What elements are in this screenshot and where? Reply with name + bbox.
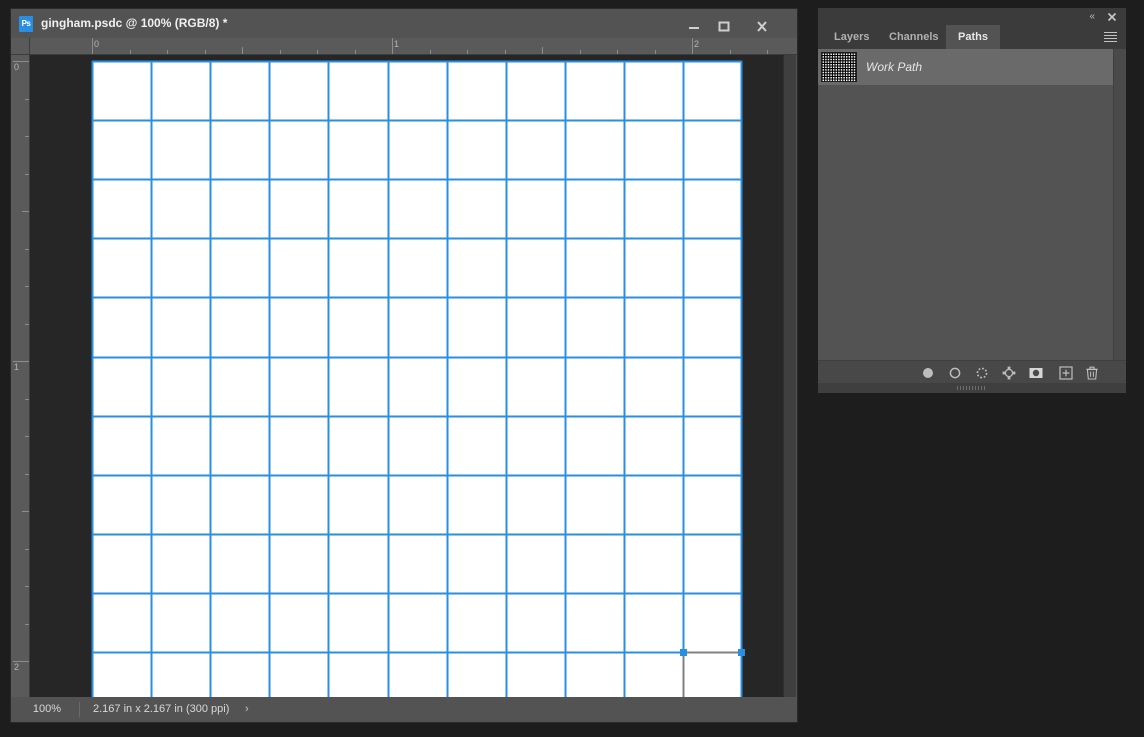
- ruler-tick: [25, 174, 29, 175]
- add-mask-button[interactable]: [1026, 363, 1046, 383]
- maximize-icon: [718, 19, 730, 34]
- work-path-overlay: [92, 61, 742, 697]
- zoom-level[interactable]: 100%: [21, 697, 73, 722]
- ruler-tick: [25, 286, 29, 287]
- ruler-tick: [25, 136, 29, 137]
- panel-close-button[interactable]: [1106, 10, 1118, 22]
- gingham-grid-thumbnail: [822, 53, 856, 81]
- ruler-label: 1: [392, 39, 399, 49]
- ruler-tick: [25, 474, 29, 475]
- ruler-tick: [25, 399, 29, 400]
- ruler-tick: [467, 50, 468, 54]
- document-title: gingham.psdc @ 100% (RGB/8) *: [41, 9, 227, 38]
- close-icon: [756, 19, 768, 34]
- path-thumbnail: [821, 52, 857, 82]
- ruler-tick: [280, 50, 281, 54]
- ruler-tick: [25, 249, 29, 250]
- path-name-label: Work Path: [866, 49, 922, 85]
- create-new-path-button[interactable]: [1056, 363, 1076, 383]
- path-anchor-point[interactable]: [738, 649, 745, 656]
- ruler-tick: [25, 324, 29, 325]
- ruler-label: 1: [14, 363, 19, 372]
- paths-panel: « Layers Channels Paths Work Path: [818, 8, 1126, 393]
- filled-circle-icon: [920, 365, 936, 381]
- close-icon: [1106, 11, 1118, 23]
- collapse-panel-icon[interactable]: «: [1089, 11, 1094, 22]
- status-bar: 100% 2.167 in x 2.167 in (300 ppi) ›: [11, 697, 797, 722]
- panel-scrollbar[interactable]: [1113, 49, 1126, 360]
- ruler-tick: [542, 47, 543, 54]
- canvas-viewport[interactable]: [30, 55, 783, 697]
- photoshop-document-icon: Ps: [19, 16, 33, 32]
- status-divider: [79, 702, 80, 717]
- ruler-tick: [242, 47, 243, 54]
- plus-square-icon: [1058, 365, 1074, 381]
- document-window: Ps gingham.psdc @ 100% (RGB/8) * 0 1 2 0 1 2…: [10, 8, 798, 723]
- ruler-tick: [25, 624, 29, 625]
- anchor-points-icon: [1001, 365, 1017, 381]
- ruler-tick: [617, 50, 618, 54]
- ruler-tick: [430, 50, 431, 54]
- ruler-tick: [355, 50, 356, 54]
- document-title-bar[interactable]: Ps gingham.psdc @ 100% (RGB/8) *: [11, 9, 797, 38]
- ruler-tick: [767, 50, 768, 54]
- tab-layers[interactable]: Layers: [822, 25, 881, 49]
- ruler-tick: [25, 99, 29, 100]
- make-work-path-button[interactable]: [999, 363, 1019, 383]
- ruler-label: 2: [692, 39, 699, 49]
- ruler-tick: [205, 50, 206, 54]
- path-anchor-point[interactable]: [680, 649, 687, 656]
- ruler-tick: [22, 511, 29, 512]
- tab-channels[interactable]: Channels: [877, 25, 951, 49]
- trash-icon: [1084, 365, 1100, 381]
- mask-icon: [1028, 365, 1044, 381]
- panel-tab-strip: Layers Channels Paths: [818, 25, 1126, 49]
- panel-resize-grip[interactable]: [818, 383, 1126, 393]
- ruler-tick: [25, 436, 29, 437]
- ruler-tick: [730, 50, 731, 54]
- ruler-tick: [25, 549, 29, 550]
- canvas-vertical-scrollbar[interactable]: [783, 55, 796, 697]
- path-list-item[interactable]: Work Path: [818, 49, 1113, 85]
- minimize-icon: [688, 19, 700, 34]
- minimize-button[interactable]: [679, 19, 709, 34]
- fill-path-button[interactable]: [918, 363, 938, 383]
- delete-path-button[interactable]: [1082, 363, 1102, 383]
- status-expand-arrow[interactable]: ›: [245, 697, 249, 722]
- ruler-tick: [505, 50, 506, 54]
- ruler-tick: [655, 50, 656, 54]
- panel-menu-icon[interactable]: [1104, 32, 1117, 42]
- vertical-ruler[interactable]: 0 1 2: [11, 55, 30, 697]
- paths-list: Work Path: [818, 49, 1126, 360]
- outline-circle-icon: [947, 365, 963, 381]
- ruler-tick: [25, 586, 29, 587]
- ruler-corner: [11, 38, 30, 55]
- horizontal-ruler[interactable]: 0 1 2: [30, 38, 797, 55]
- ruler-label: 0: [92, 39, 99, 49]
- load-path-as-selection-button[interactable]: [972, 363, 992, 383]
- ruler-tick: [317, 50, 318, 54]
- dashed-circle-icon: [974, 365, 990, 381]
- ruler-tick: [580, 50, 581, 54]
- panel-footer-toolbar: [818, 360, 1126, 383]
- ruler-label: 0: [14, 63, 19, 72]
- panel-top-bar: «: [818, 8, 1126, 25]
- close-button[interactable]: [747, 19, 777, 34]
- ruler-tick: [130, 50, 131, 54]
- maximize-button[interactable]: [709, 19, 739, 34]
- stroke-path-button[interactable]: [945, 363, 965, 383]
- tab-paths[interactable]: Paths: [946, 25, 1000, 49]
- ruler-tick: [167, 50, 168, 54]
- ruler-label: 2: [14, 663, 19, 672]
- ruler-tick: [22, 211, 29, 212]
- document-dimensions: 2.167 in x 2.167 in (300 ppi): [93, 697, 229, 722]
